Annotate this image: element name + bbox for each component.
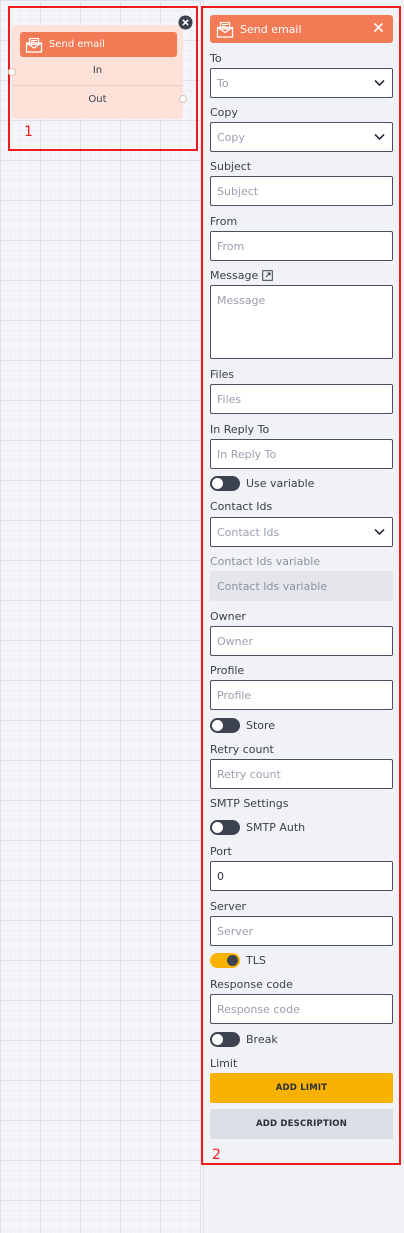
add-description-button[interactable]: ADD DESCRIPTION — [210, 1109, 393, 1139]
email-icon — [216, 21, 234, 38]
to-select[interactable]: To — [210, 68, 393, 98]
node-output-row: Out — [12, 85, 183, 112]
close-circle-icon[interactable] — [178, 15, 193, 30]
break-toggle[interactable] — [210, 1032, 240, 1047]
smtp-auth-toggle[interactable] — [210, 820, 240, 835]
contact-ids-select[interactable]: Contact Ids — [210, 517, 393, 547]
annotation-label-1: 1 — [24, 124, 33, 140]
use-variable-label: Use variable — [246, 477, 315, 490]
chevron-down-icon — [374, 133, 385, 141]
store-label: Store — [246, 719, 276, 732]
contact-ids-label: Contact Ids — [210, 500, 273, 513]
message-textarea[interactable]: Message — [210, 285, 393, 359]
tls-toggle[interactable] — [210, 953, 240, 968]
workflow-canvas[interactable] — [0, 0, 203, 1233]
node-input-row: In — [12, 57, 183, 84]
owner-label: Owner — [210, 610, 246, 623]
annotation-label-2: 2 — [212, 1147, 221, 1163]
tls-row: TLS — [210, 953, 266, 968]
node-title: Send email — [49, 39, 105, 50]
chevron-down-icon — [374, 79, 385, 87]
files-input[interactable]: Files — [210, 384, 393, 414]
email-icon — [25, 37, 43, 53]
smtp-auth-label: SMTP Auth — [246, 821, 306, 834]
use-variable-row: Use variable — [210, 476, 314, 491]
expand-icon[interactable] — [262, 270, 274, 281]
in-reply-to-input[interactable]: In Reply To — [210, 439, 393, 469]
message-label: Message — [210, 269, 274, 282]
node-in-label: In — [92, 65, 103, 76]
smtp-auth-row: SMTP Auth — [210, 820, 305, 835]
to-label: To — [210, 52, 222, 65]
store-row: Store — [210, 718, 275, 733]
break-row: Break — [210, 1032, 278, 1047]
subject-input[interactable]: Subject — [210, 176, 393, 206]
port-input[interactable]: 0 — [210, 861, 393, 891]
use-variable-toggle[interactable] — [210, 476, 240, 491]
retry-count-label: Retry count — [210, 743, 274, 756]
break-label: Break — [246, 1033, 278, 1046]
subject-label: Subject — [210, 160, 252, 173]
tls-label: TLS — [246, 954, 266, 967]
node-header[interactable]: Send email — [20, 32, 177, 57]
profile-input[interactable]: Profile — [210, 680, 393, 710]
send-email-node[interactable]: Send email In Out — [12, 25, 183, 119]
chevron-down-icon — [374, 528, 385, 536]
panel-title: Send email — [240, 22, 302, 36]
files-label: Files — [210, 368, 235, 381]
response-code-label: Response code — [210, 978, 293, 991]
store-toggle[interactable] — [210, 718, 240, 733]
limit-label: Limit — [210, 1057, 238, 1070]
copy-label: Copy — [210, 106, 238, 119]
panel-header: Send email — [210, 15, 393, 43]
server-input[interactable]: Server — [210, 916, 393, 946]
add-limit-button[interactable]: ADD LIMIT — [210, 1073, 393, 1103]
owner-input[interactable]: Owner — [210, 626, 393, 656]
contact-ids-variable-input: Contact Ids variable — [210, 571, 393, 601]
response-code-input[interactable]: Response code — [210, 994, 393, 1024]
smtp-settings-label: SMTP Settings — [210, 797, 289, 810]
from-input[interactable]: From — [210, 231, 393, 261]
node-out-label: Out — [88, 93, 107, 105]
from-label: From — [210, 215, 238, 228]
copy-select[interactable]: Copy — [210, 122, 393, 152]
server-label: Server — [210, 900, 247, 913]
in-reply-to-label: In Reply To — [210, 423, 270, 436]
profile-label: Profile — [210, 664, 245, 677]
close-icon[interactable] — [373, 22, 384, 33]
node-input-port[interactable] — [8, 68, 16, 76]
retry-count-input[interactable]: Retry count — [210, 759, 393, 789]
contact-ids-variable-label: Contact Ids variable — [210, 555, 321, 568]
node-output-port[interactable] — [179, 95, 187, 103]
port-label: Port — [210, 845, 232, 858]
